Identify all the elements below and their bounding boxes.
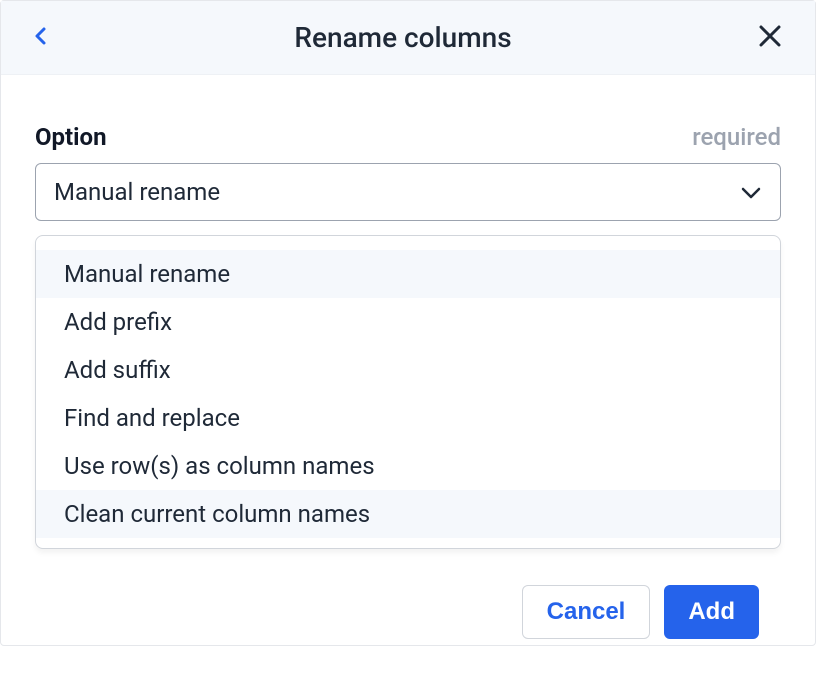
- dropdown-option[interactable]: Add prefix: [36, 298, 780, 346]
- required-indicator: required: [692, 123, 781, 151]
- dropdown-option[interactable]: Add suffix: [36, 346, 780, 394]
- dropdown-option[interactable]: Use row(s) as column names: [36, 442, 780, 490]
- option-label: Option: [35, 123, 107, 151]
- dropdown-option[interactable]: Clean current column names: [36, 490, 780, 538]
- cancel-button[interactable]: Cancel: [522, 585, 651, 639]
- modal-title: Rename columns: [53, 21, 753, 54]
- option-select[interactable]: Manual rename: [35, 163, 781, 221]
- rename-columns-modal: Rename columns Option required Manual re…: [0, 0, 816, 646]
- option-dropdown: Manual renameAdd prefixAdd suffixFind an…: [35, 235, 781, 549]
- modal-body: Option required Manual rename Manual ren…: [1, 75, 815, 645]
- chevron-down-icon: [740, 178, 762, 206]
- modal-header: Rename columns: [1, 1, 815, 75]
- dropdown-option[interactable]: Manual rename: [36, 250, 780, 298]
- select-value: Manual rename: [54, 178, 220, 206]
- back-button[interactable]: [29, 20, 53, 55]
- field-header: Option required: [35, 123, 781, 151]
- close-icon: [757, 23, 783, 52]
- add-button[interactable]: Add: [664, 585, 759, 639]
- chevron-left-icon: [33, 24, 49, 51]
- modal-footer: Cancel Add: [35, 567, 781, 645]
- close-button[interactable]: [753, 19, 787, 56]
- dropdown-option[interactable]: Find and replace: [36, 394, 780, 442]
